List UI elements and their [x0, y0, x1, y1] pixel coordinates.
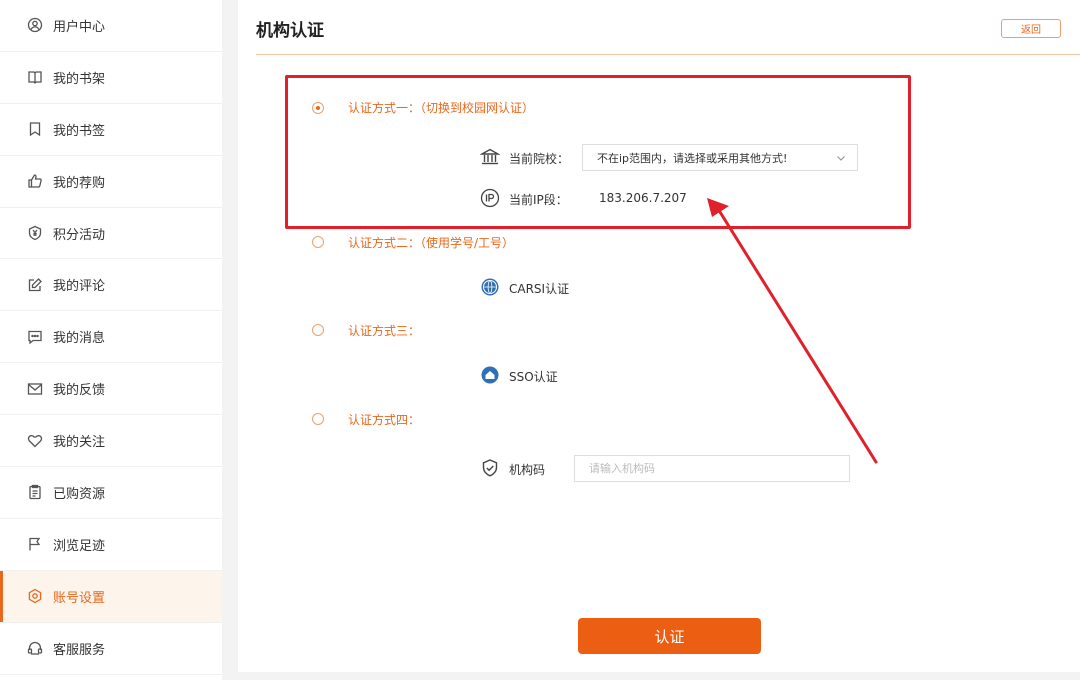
sidebar-item-label: 账号设置 [53, 590, 106, 606]
bank-icon [480, 147, 500, 167]
sidebar-item-label: 我的书架 [53, 71, 106, 87]
sidebar-item-label: 我的关注 [53, 435, 106, 451]
ip-icon [480, 188, 500, 208]
carsi-globe-icon[interactable] [480, 277, 500, 297]
heart-icon [26, 432, 43, 449]
main-panel: 机构认证 返回 认证方式一：（切换到校园网认证） 当前院校： 不在ip范围内，请… [238, 0, 1080, 672]
headset-icon [26, 640, 43, 657]
method-4-label: 认证方式四： [348, 413, 421, 427]
method-4-radio[interactable] [312, 413, 324, 425]
gear-icon [26, 588, 43, 605]
method-2-label: 认证方式二：（使用学号/工号） [348, 236, 515, 250]
sidebar-item-label: 我的荐购 [53, 175, 106, 191]
method-1-label: 认证方式一：（切换到校园网认证） [348, 101, 535, 115]
sidebar-item-purchased[interactable]: 已购资源 [0, 467, 222, 519]
sidebar-item-bookmarks[interactable]: 我的书签 [0, 104, 222, 156]
sidebar-item-label: 客服服务 [53, 642, 106, 658]
sidebar-item-history[interactable]: 浏览足迹 [0, 519, 222, 571]
yen-badge-icon [26, 225, 43, 242]
method-3-label: 认证方式三： [348, 324, 421, 338]
sso-link[interactable]: SSO认证 [509, 368, 558, 385]
sidebar-item-recommend[interactable]: 我的荐购 [0, 156, 222, 208]
sidebar-item-account-settings[interactable]: 账号设置 [0, 570, 222, 623]
org-code-label: 机构码 [509, 463, 546, 477]
edit-icon [26, 276, 43, 293]
message-icon [26, 328, 43, 345]
thumbs-up-icon [26, 173, 43, 190]
sidebar-item-label: 我的反馈 [53, 383, 106, 399]
current-ip-label: 当前IP段： [509, 193, 568, 207]
chevron-down-icon [835, 152, 847, 164]
sidebar-item-comments[interactable]: 我的评论 [0, 259, 222, 312]
sidebar-item-following[interactable]: 我的关注 [0, 415, 222, 468]
sidebar-item-label: 我的评论 [53, 279, 106, 295]
sidebar-item-customer-service[interactable]: 客服服务 [0, 623, 222, 675]
page-title: 机构认证 [256, 21, 324, 41]
sidebar-item-label: 积分活动 [53, 227, 106, 243]
sidebar-item-label: 已购资源 [53, 486, 106, 502]
title-divider [256, 54, 1080, 55]
bookmark-icon [26, 121, 43, 138]
flag-icon [26, 536, 43, 553]
org-code-input[interactable] [574, 455, 850, 482]
current-school-label: 当前院校： [509, 152, 570, 166]
method-2-radio[interactable] [312, 236, 324, 248]
book-open-icon [26, 69, 43, 86]
sidebar-item-messages[interactable]: 我的消息 [0, 311, 222, 364]
current-ip-value: 183.206.7.207 [599, 191, 687, 205]
sidebar-item-bookshelf[interactable]: 我的书架 [0, 52, 222, 104]
sidebar-item-label: 我的消息 [53, 331, 106, 347]
school-select[interactable]: 不在ip范围内，请选择或采用其他方式! [582, 144, 858, 171]
sidebar: 用户中心 我的书架 我的书签 我的荐购 积分活动 我的评论 我的消息 我的反馈 … [0, 0, 222, 680]
school-select-value: 不在ip范围内，请选择或采用其他方式! [597, 151, 788, 165]
sidebar-item-label: 用户中心 [53, 19, 106, 35]
sidebar-item-label: 浏览足迹 [53, 538, 106, 554]
carsi-link[interactable]: CARSI认证 [509, 280, 569, 297]
clipboard-icon [26, 484, 43, 501]
sidebar-item-feedback[interactable]: 我的反馈 [0, 363, 222, 416]
mail-icon [26, 380, 43, 397]
sidebar-item-user-center[interactable]: 用户中心 [0, 0, 222, 52]
sidebar-item-points[interactable]: 积分活动 [0, 208, 222, 260]
user-circle-icon [26, 17, 43, 34]
method-1-radio[interactable] [312, 102, 324, 114]
method-3-radio[interactable] [312, 324, 324, 336]
back-button[interactable]: 返回 [1001, 19, 1061, 38]
sso-home-icon[interactable] [480, 365, 500, 385]
sidebar-item-label: 我的书签 [53, 123, 106, 139]
shield-check-icon [480, 458, 500, 478]
submit-auth-button[interactable]: 认证 [578, 618, 761, 654]
